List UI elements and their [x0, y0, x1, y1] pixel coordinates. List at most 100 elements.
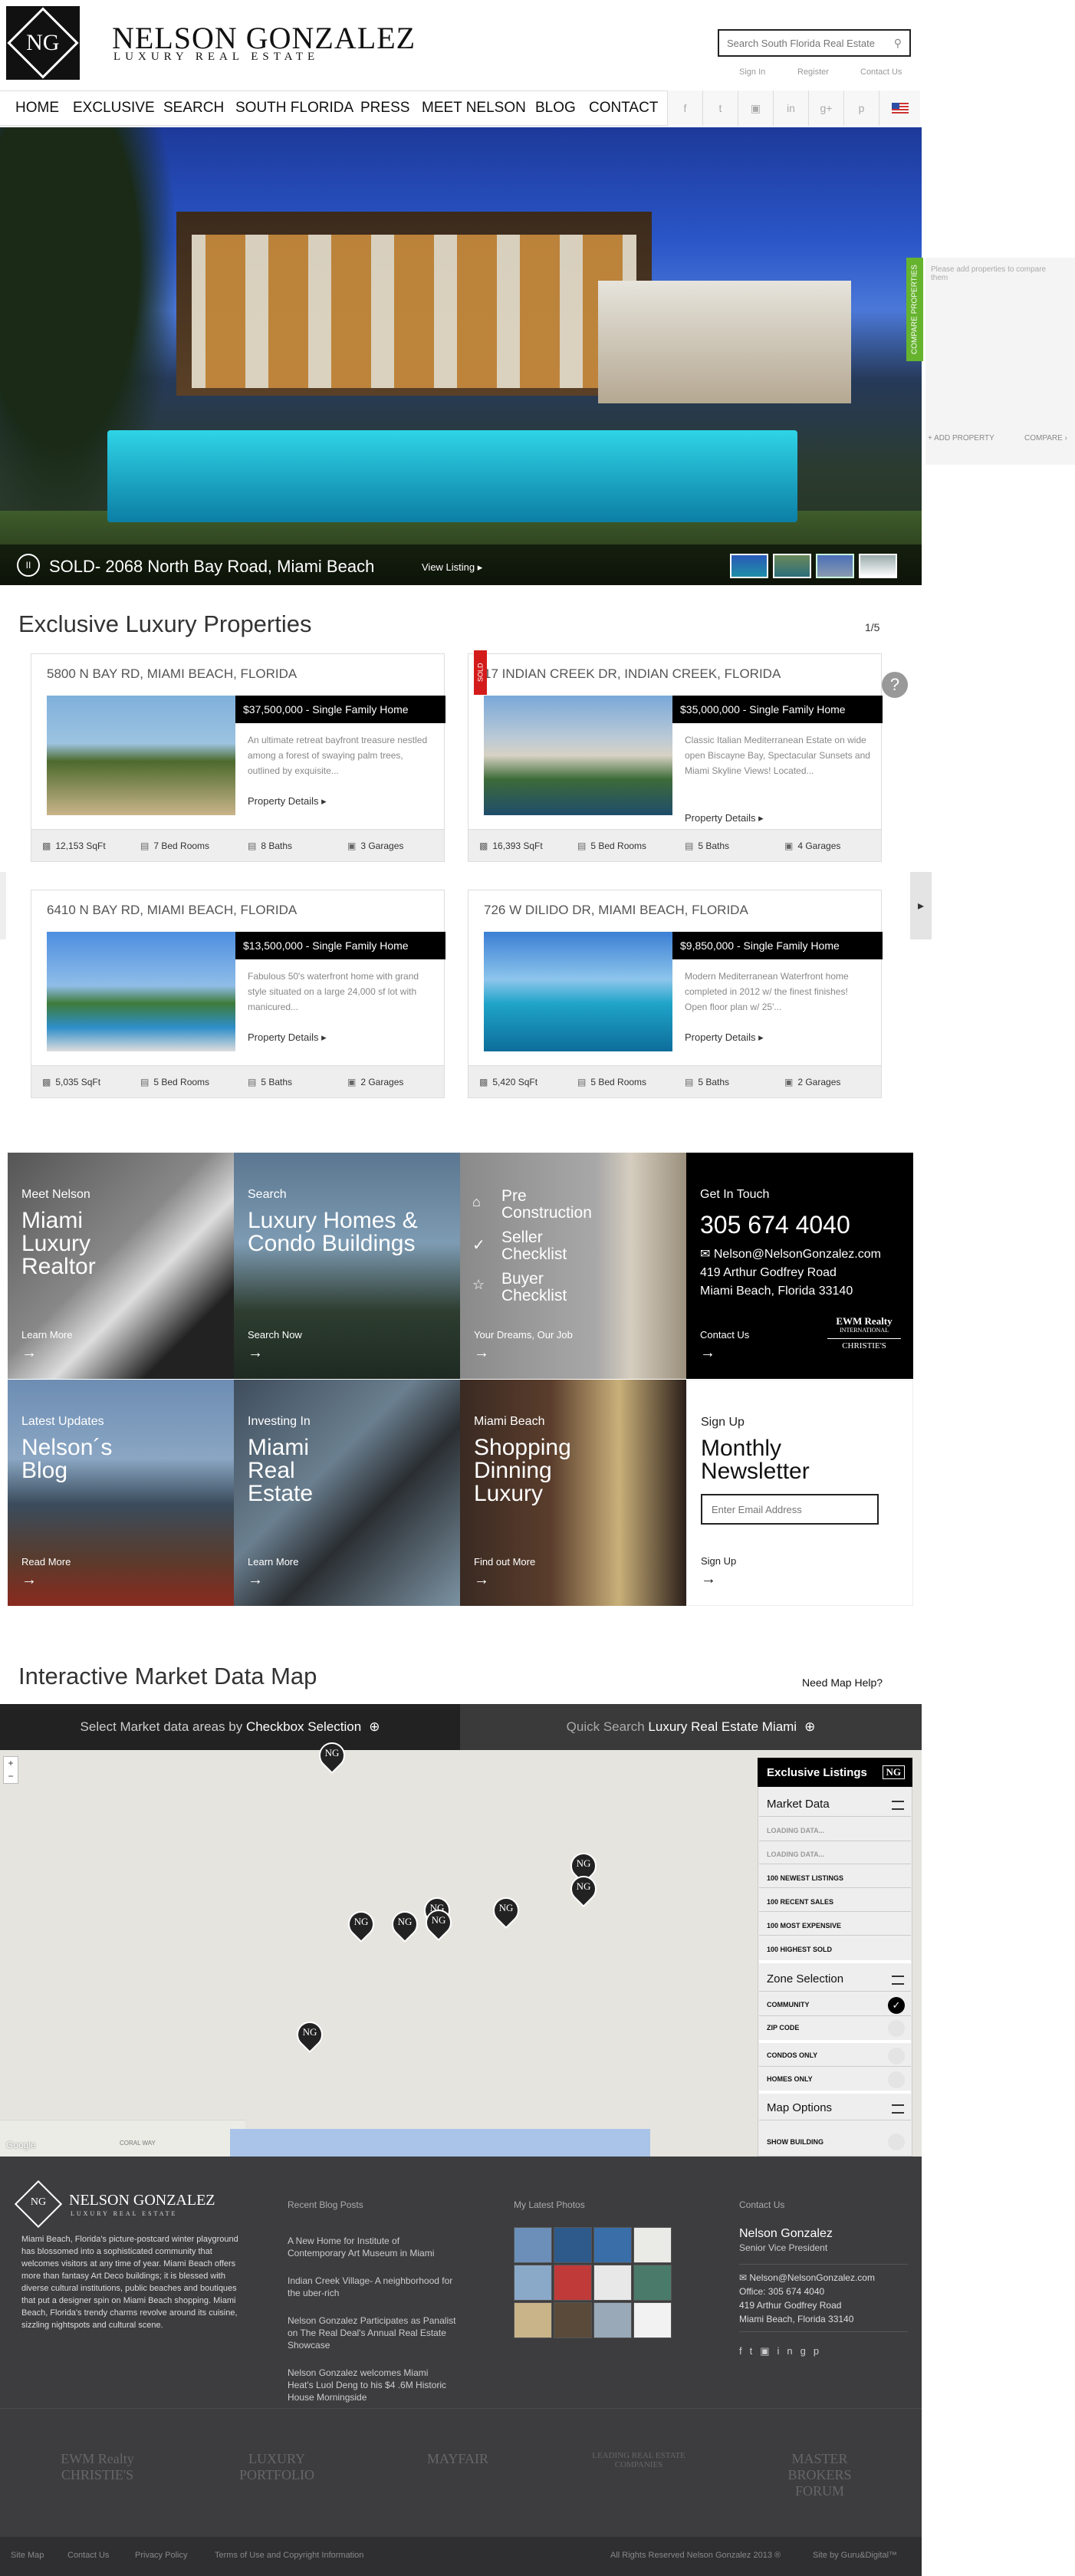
footer-photo[interactable]: [633, 2265, 672, 2301]
property-card[interactable]: 17 INDIAN CREEK DR, INDIAN CREEK, FLORID…: [468, 653, 883, 862]
google-plus-icon[interactable]: g+: [808, 90, 843, 126]
zone-selection-heading[interactable]: Zone Selection: [767, 1972, 843, 1985]
arrow-right-icon[interactable]: →: [21, 1571, 37, 1589]
footer-photo[interactable]: [554, 2265, 592, 2301]
arrow-right-icon[interactable]: →: [21, 1344, 37, 1362]
partner-logo[interactable]: MAYFAIR: [400, 2451, 515, 2467]
facebook-icon[interactable]: f: [667, 90, 702, 126]
partner-logo[interactable]: LEADING REAL ESTATE COMPANIES: [581, 2451, 696, 2469]
find-out-more-link[interactable]: Find out More: [474, 1556, 535, 1568]
check-icon[interactable]: ✓: [888, 1997, 905, 2014]
pause-icon[interactable]: II: [17, 554, 40, 577]
sign-up-link[interactable]: Sign Up: [701, 1555, 736, 1567]
site-by-link[interactable]: Site by Guru&Digital™: [813, 2551, 897, 2560]
market-data-heading[interactable]: Market Data: [767, 1798, 830, 1811]
property-card[interactable]: 6410 N BAY RD, MIAMI BEACH, FLORIDA $13,…: [31, 890, 445, 1098]
footer-social-icons[interactable]: ft▣ingp: [739, 2345, 827, 2357]
map-pin[interactable]: NG: [386, 1905, 424, 1945]
exclusive-listings-header[interactable]: Exclusive Listings NG: [758, 1758, 912, 1787]
footer-contact-email[interactable]: ✉ Nelson@NelsonGonzalez.com: [739, 2272, 875, 2284]
footer-photo[interactable]: [633, 2227, 672, 2263]
buyer-checklist-link[interactable]: Buyer Checklist: [501, 1271, 593, 1304]
contact-email[interactable]: ✉ Nelson@NelsonGonzalez.com: [700, 1246, 881, 1262]
newsletter-email-input[interactable]: [701, 1494, 879, 1525]
condos-only-option[interactable]: CONDOS ONLY: [767, 2051, 817, 2059]
blog-post-link[interactable]: A New Home for Institute of Contemporary…: [288, 2235, 456, 2259]
menu-icon[interactable]: [892, 1976, 904, 1985]
search-input[interactable]: [727, 37, 880, 49]
newest-listings-option[interactable]: 100 NEWEST LISTINGS: [767, 1874, 843, 1882]
meet-nelson-tile[interactable]: Meet Nelson Miami Luxury Realtor Learn M…: [8, 1153, 235, 1379]
menu-icon[interactable]: [892, 1801, 904, 1810]
arrow-right-icon[interactable]: →: [248, 1571, 263, 1589]
register-link[interactable]: Register: [797, 67, 829, 77]
community-option[interactable]: COMMUNITY: [767, 2001, 810, 2008]
shopping-tile[interactable]: Miami Beach Shopping Dinning Luxury Find…: [460, 1380, 687, 1606]
zip-code-option[interactable]: ZIP CODE: [767, 2024, 799, 2032]
toggle-condos-only[interactable]: [888, 2048, 905, 2064]
pre-construction-link[interactable]: Pre Construction: [501, 1188, 609, 1222]
arrow-right-icon[interactable]: →: [701, 1571, 716, 1588]
blog-post-link[interactable]: Nelson Gonzalez Participates as Panalist…: [288, 2314, 456, 2351]
hero-thumb[interactable]: [773, 554, 811, 578]
twitter-icon[interactable]: t: [750, 2345, 761, 2357]
zoom-control[interactable]: + −: [3, 1756, 18, 1784]
pinterest-icon[interactable]: p: [814, 2345, 827, 2357]
checkbox-selection-tab[interactable]: Select Market data areas by Checkbox Sel…: [0, 1704, 460, 1750]
search-icon[interactable]: ⚲: [894, 37, 902, 50]
map-pin[interactable]: NG: [564, 1870, 603, 1910]
nav-south-florida[interactable]: SOUTH FLORIDA: [235, 100, 353, 117]
footer-photo[interactable]: [593, 2302, 632, 2338]
carousel-next[interactable]: ▸: [910, 872, 932, 939]
search-box[interactable]: ⚲: [718, 29, 911, 57]
menu-icon[interactable]: [892, 2104, 904, 2114]
facebook-icon[interactable]: f: [739, 2345, 750, 2357]
investing-tile[interactable]: Investing In Miami Real Estate Learn Mor…: [234, 1380, 461, 1606]
footer-photo[interactable]: [514, 2265, 552, 2301]
instagram-icon[interactable]: ▣: [760, 2345, 777, 2357]
google-plus-icon[interactable]: g: [800, 2345, 814, 2357]
nav-home[interactable]: HOME: [15, 100, 59, 117]
nav-blog[interactable]: BLOG: [535, 100, 576, 117]
twitter-icon[interactable]: t: [702, 90, 738, 126]
logo-mark[interactable]: NG: [6, 6, 80, 80]
hero-thumb[interactable]: [816, 554, 854, 578]
nav-press[interactable]: PRESS: [360, 100, 409, 117]
blog-post-link[interactable]: Indian Creek Village- A neighborhood for…: [288, 2275, 456, 2299]
contact-us-link[interactable]: Contact Us: [67, 2551, 109, 2560]
contact-phone[interactable]: 305 674 4040: [700, 1211, 850, 1239]
toggle-zip-code[interactable]: [888, 2020, 905, 2037]
property-card[interactable]: 726 W DILIDO DR, MIAMI BEACH, FLORIDA $9…: [468, 890, 883, 1098]
property-photo[interactable]: [484, 696, 672, 815]
map-pin[interactable]: NG: [313, 1736, 351, 1776]
search-now-link[interactable]: Search Now: [248, 1329, 302, 1341]
property-address[interactable]: 5800 N BAY RD, MIAMI BEACH, FLORIDA: [47, 666, 297, 682]
contact-us-link[interactable]: Contact Us: [860, 67, 902, 77]
compare-link[interactable]: COMPARE ›: [1024, 434, 1067, 442]
toggle-show-building[interactable]: [888, 2134, 905, 2150]
hero-slider[interactable]: [0, 127, 922, 585]
property-address[interactable]: 17 INDIAN CREEK DR, INDIAN CREEK, FLORID…: [484, 666, 781, 682]
hero-thumb[interactable]: [730, 554, 768, 578]
property-photo[interactable]: [47, 696, 235, 815]
pinterest-icon[interactable]: p: [843, 90, 879, 126]
nav-exclusive[interactable]: EXCLUSIVE: [73, 100, 155, 117]
property-details-link[interactable]: Property Details ▸: [685, 812, 764, 824]
property-details-link[interactable]: Property Details ▸: [248, 795, 327, 808]
footer-photo[interactable]: [593, 2265, 632, 2301]
property-photo[interactable]: [484, 932, 672, 1051]
property-details-link[interactable]: Property Details ▸: [685, 1031, 764, 1044]
sign-in-link[interactable]: Sign In: [739, 67, 765, 77]
privacy-policy-link[interactable]: Privacy Policy: [135, 2551, 187, 2560]
map-pin[interactable]: NG: [487, 1891, 525, 1931]
instagram-icon[interactable]: ▣: [738, 90, 773, 126]
property-address[interactable]: 6410 N BAY RD, MIAMI BEACH, FLORIDA: [47, 903, 297, 918]
property-photo[interactable]: [47, 932, 235, 1051]
property-address[interactable]: 726 W DILIDO DR, MIAMI BEACH, FLORIDA: [484, 903, 748, 918]
nav-contact[interactable]: CONTACT: [589, 100, 658, 117]
search-tile[interactable]: Search Luxury Homes & Condo Buildings Se…: [234, 1153, 461, 1379]
recent-sales-option[interactable]: 100 RECENT SALES: [767, 1898, 833, 1906]
property-card[interactable]: 5800 N BAY RD, MIAMI BEACH, FLORIDA $37,…: [31, 653, 445, 862]
contact-us-link[interactable]: Contact Us: [700, 1329, 749, 1341]
footer-photo[interactable]: [554, 2302, 592, 2338]
